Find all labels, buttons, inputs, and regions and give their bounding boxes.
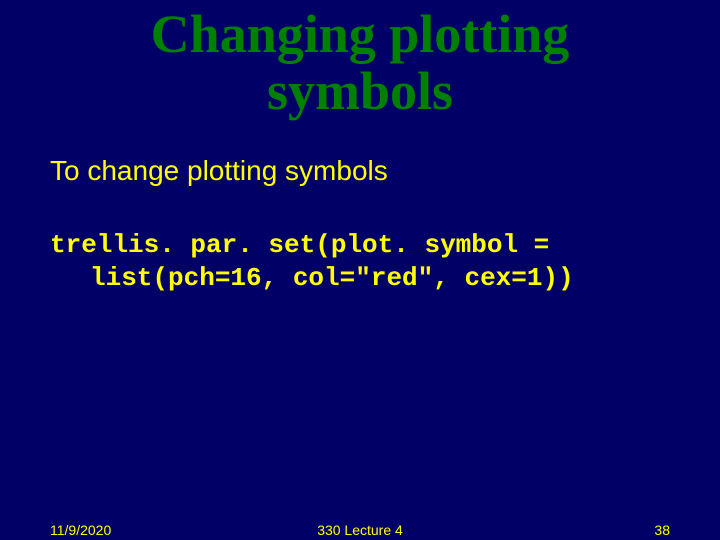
title-line-1: Changing plotting	[151, 4, 570, 64]
code-block: trellis. par. set(plot. symbol = list(pc…	[50, 229, 720, 294]
slide: Changing plotting symbols To change plot…	[0, 0, 720, 540]
slide-title: Changing plotting symbols	[0, 0, 720, 119]
intro-text: To change plotting symbols	[50, 155, 720, 187]
code-line-1: trellis. par. set(plot. symbol =	[50, 230, 549, 260]
code-line-2: list(pch=16, col="red", cex=1))	[50, 262, 720, 295]
title-line-2: symbols	[267, 61, 453, 121]
footer-center: 330 Lecture 4	[0, 522, 720, 538]
footer-page: 38	[654, 522, 670, 538]
